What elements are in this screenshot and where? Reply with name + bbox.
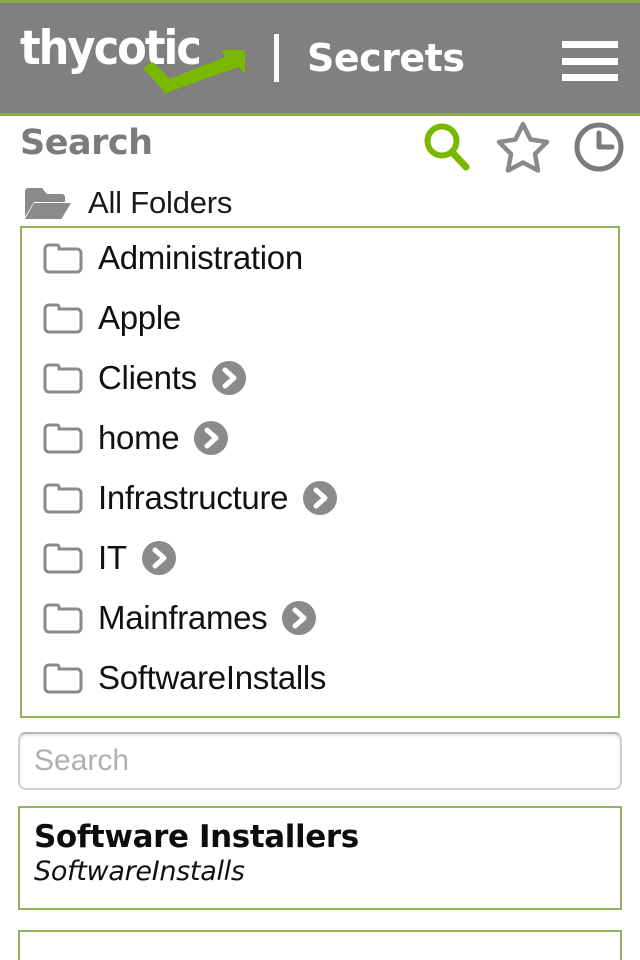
chevron-right-icon[interactable] — [193, 420, 229, 456]
thycotic-logo[interactable]: thycotic — [20, 18, 252, 98]
section-title: Search — [20, 123, 153, 163]
breadcrumb-label: All Folders — [88, 185, 233, 220]
folder-icon — [43, 543, 83, 574]
folder-row[interactable]: Clients — [22, 348, 618, 408]
folder-name: Infrastructure — [98, 479, 289, 516]
folder-row[interactable]: Administration — [22, 228, 618, 288]
folder-row[interactable]: SoftwareInstalls — [22, 648, 618, 708]
clock-icon[interactable] — [570, 118, 628, 176]
open-folder-icon — [25, 188, 71, 220]
folder-icon — [43, 303, 83, 334]
folder-icon — [43, 363, 83, 394]
folder-name: Apple — [98, 299, 181, 336]
chevron-right-icon[interactable] — [211, 360, 247, 396]
section-header: Search — [0, 116, 640, 178]
app-header: thycotic Secrets — [0, 0, 640, 116]
hamburger-menu-icon[interactable] — [562, 41, 618, 81]
green-check-arrow-icon — [143, 50, 245, 94]
breadcrumb[interactable]: All Folders — [0, 180, 640, 226]
folder-row[interactable]: Apple — [22, 288, 618, 348]
hamburger-bar — [562, 57, 618, 65]
search-result-item[interactable] — [18, 930, 622, 960]
result-title: Software Installers — [34, 819, 359, 855]
star-icon[interactable] — [494, 118, 552, 176]
folder-list: Administration Apple Clients home Infras… — [20, 226, 620, 718]
folder-row[interactable]: Infrastructure — [22, 468, 618, 528]
header-divider — [274, 34, 279, 82]
folder-name: Administration — [98, 239, 303, 276]
search-result-item[interactable]: Software Installers SoftwareInstalls — [18, 806, 622, 910]
folder-icon — [43, 483, 83, 514]
page-title: Secrets — [307, 36, 465, 80]
folder-name: IT — [98, 539, 127, 576]
app-root: thycotic Secrets Search All Folders Admi… — [0, 0, 640, 960]
hamburger-bar — [562, 74, 618, 81]
folder-row[interactable]: home — [22, 408, 618, 468]
folder-name: Mainframes — [98, 599, 268, 636]
search-input[interactable] — [18, 732, 622, 790]
folder-icon — [43, 423, 83, 454]
folder-row[interactable]: Mainframes — [22, 588, 618, 648]
folder-row[interactable]: IT — [22, 528, 618, 588]
folder-name: home — [98, 419, 180, 456]
chevron-right-icon[interactable] — [302, 480, 338, 516]
chevron-right-icon[interactable] — [141, 540, 177, 576]
folder-icon — [43, 603, 83, 634]
folder-icon — [43, 243, 83, 274]
chevron-right-icon[interactable] — [281, 600, 317, 636]
folder-name: Clients — [98, 359, 197, 396]
result-subtitle: SoftwareInstalls — [34, 856, 245, 887]
view-tabs — [418, 118, 628, 176]
folder-icon — [43, 663, 83, 694]
search-icon[interactable] — [418, 118, 476, 176]
folder-name: SoftwareInstalls — [98, 659, 327, 696]
hamburger-bar — [562, 41, 618, 48]
